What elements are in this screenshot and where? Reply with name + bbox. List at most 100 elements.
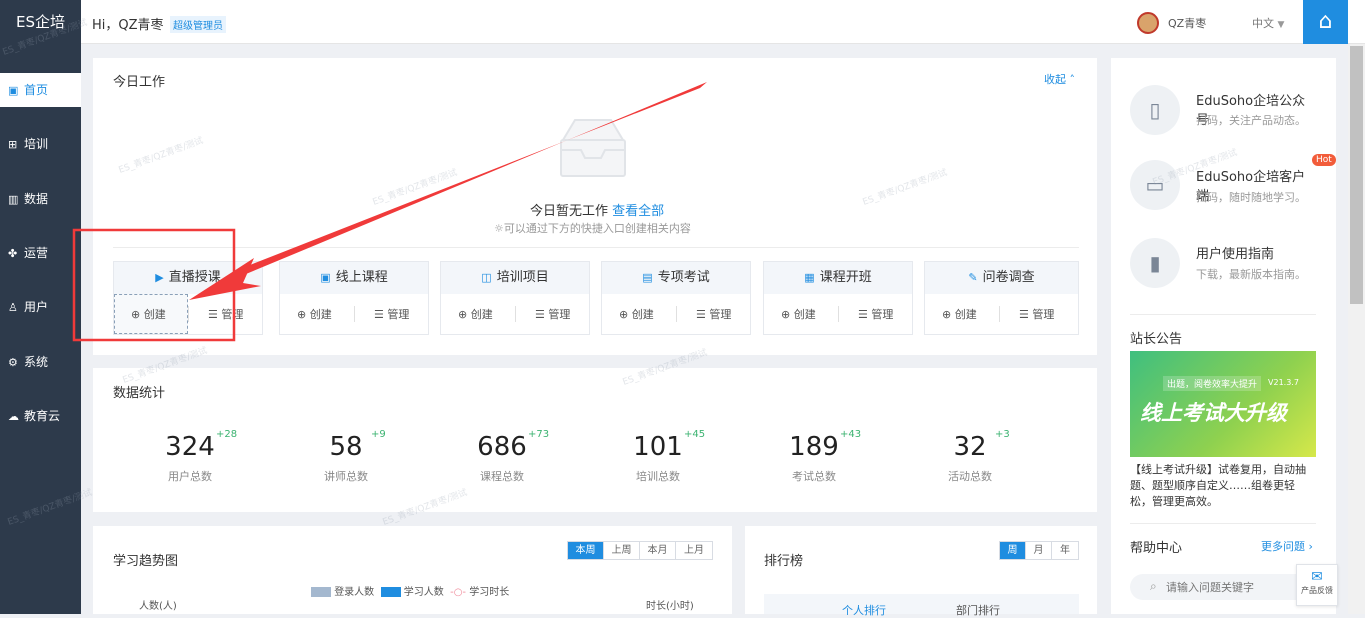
quick-title-label: 线上课程 (335, 270, 388, 285)
subtab-department[interactable]: 部门排行 (956, 602, 1000, 618)
quick-card-live: ▶ 直播授课 ⊕ 创建 ☰ 管理 (113, 261, 263, 335)
manage-button[interactable]: ☰ 管理 (208, 306, 243, 322)
more-label: 更多问题 (1261, 540, 1305, 553)
sidebar-item-operation[interactable]: ✤ 运营 (0, 236, 81, 270)
project-icon: ◫ (481, 271, 492, 284)
greeting: Hi，QZ青枣 (92, 18, 164, 33)
sidebar-item-cloud[interactable]: ☁ 教育云 (0, 399, 81, 433)
separator (354, 306, 355, 322)
ranking-title: 排行榜 (764, 554, 804, 569)
chevron-right-icon: › (1308, 540, 1313, 553)
card-guide[interactable]: ▮ 用户使用指南 下载，最新版本指南。 (1130, 238, 1312, 290)
separator (676, 306, 677, 322)
hot-badge: Hot (1312, 154, 1336, 166)
create-label: 创建 (470, 308, 493, 321)
tab-last-month[interactable]: 上月 (676, 542, 712, 559)
stat-label: 用户总数 (168, 470, 212, 483)
manage-button[interactable]: ☰ 管理 (696, 306, 731, 322)
sidebar-item-training[interactable]: ⊞ 培训 (0, 127, 81, 161)
quick-card-title: ▤ 专项考试 (602, 262, 750, 294)
list-icon: ☰ (374, 308, 384, 321)
create-button[interactable]: ⊕ 创建 (619, 306, 654, 322)
stat-label: 培训总数 (636, 470, 680, 483)
stat-increase: +43 (840, 429, 862, 440)
create-button[interactable]: ⊕ 创建 (942, 306, 977, 322)
legend-label: 学习人数 (403, 587, 444, 598)
quick-title-label: 问卷调查 (982, 270, 1035, 285)
sidebar-item-system[interactable]: ⚙ 系统 (0, 345, 81, 379)
language-select[interactable]: 中文 ▼ (1252, 15, 1284, 31)
tab-this-month[interactable]: 本月 (640, 542, 676, 559)
manage-label: 管理 (1032, 308, 1055, 321)
tab-last-week[interactable]: 上周 (604, 542, 640, 559)
create-button[interactable]: ⊕ 创建 (458, 306, 493, 322)
list-icon: ☰ (1019, 308, 1029, 321)
quick-card-title: ▣ 线上课程 (280, 262, 428, 294)
sidebar-item-home[interactable]: ▣ 首页 (0, 73, 81, 107)
list-icon: ☰ (696, 308, 706, 321)
manage-label: 管理 (387, 308, 410, 321)
training-icon: ⊞ (8, 138, 18, 151)
operation-icon: ✤ (8, 247, 18, 260)
empty-inbox-icon (560, 119, 626, 177)
create-button[interactable]: ⊕ 创建 (131, 306, 166, 322)
role-badge: 超级管理员 (170, 16, 226, 33)
manage-button[interactable]: ☰ 管理 (374, 306, 409, 322)
notice-banner[interactable]: 出题，阅卷效率大提升 V21.3.7 线上考试大升级 (1130, 351, 1316, 457)
legend-line-duration: -○- (450, 587, 467, 598)
card-subtitle: 扫码，随时随地学习。 (1196, 191, 1306, 204)
more-link[interactable]: 更多问题 › (1261, 538, 1313, 554)
avatar[interactable] (1137, 12, 1159, 34)
y-axis-left-label: 人数(人) (139, 601, 177, 612)
quick-title-label: 专项考试 (657, 270, 710, 285)
quick-card-title: ▶ 直播授课 (114, 262, 262, 294)
notice-text[interactable]: 【线上考试升级】试卷复用，自动抽题、题型顺序自定义……组卷更轻松，管理更高效。 (1130, 462, 1316, 510)
username[interactable]: QZ青枣 (1168, 15, 1206, 31)
tab-year[interactable]: 年 (1052, 542, 1078, 559)
card-wechat[interactable]: ▯ EduSoho企培公众号 扫码，关注产品动态。 (1130, 85, 1312, 137)
divider (1130, 314, 1316, 315)
manage-button[interactable]: ☰ 管理 (858, 306, 893, 322)
notice-title: 站长公告 (1130, 332, 1183, 347)
help-search[interactable]: ⌕ (1130, 574, 1316, 600)
manage-button[interactable]: ☰ 管理 (535, 306, 570, 322)
collapse-link[interactable]: 收起 ˄ (1044, 71, 1075, 87)
manage-button[interactable]: ☰ 管理 (1019, 306, 1054, 322)
sidebar-item-data[interactable]: ▥ 数据 (0, 182, 81, 216)
quick-card-exam: ▤ 专项考试 ⊕ 创建 ☰ 管理 (601, 261, 751, 335)
view-all-link[interactable]: 查看全部 (612, 204, 664, 219)
stat-label: 课程总数 (480, 470, 524, 483)
quick-card-class: ▦ 课程开班 ⊕ 创建 ☰ 管理 (763, 261, 913, 335)
cloud-icon: ☁ (8, 410, 19, 423)
language-label: 中文 (1252, 17, 1274, 30)
collapse-label: 收起 (1044, 73, 1066, 86)
stat-activities: 32 +3 活动总数 (915, 429, 1025, 484)
create-label: 创建 (631, 308, 654, 321)
subtab-personal[interactable]: 个人排行 (842, 602, 886, 618)
exam-icon: ▤ (642, 271, 653, 284)
home-button[interactable]: ⌂ (1303, 0, 1348, 44)
create-label: 创建 (309, 308, 332, 321)
search-input[interactable] (1166, 578, 1306, 596)
quick-card-title: ▦ 课程开班 (764, 262, 912, 294)
manage-label: 管理 (709, 308, 732, 321)
card-subtitle: 下载，最新版本指南。 (1196, 268, 1306, 281)
book-icon: ▮ (1130, 238, 1180, 288)
create-button[interactable]: ⊕ 创建 (781, 306, 816, 322)
create-button[interactable]: ⊕ 创建 (297, 306, 332, 322)
tab-month[interactable]: 月 (1026, 542, 1052, 559)
feedback-button[interactable]: ✉ 产品反馈 (1296, 564, 1338, 606)
chart-legend: 登录人数 学习人数 -○- 学习时长 (311, 583, 509, 598)
banner-small: 出题，阅卷效率大提升 (1163, 376, 1262, 391)
stat-exams: 189 +43 考试总数 (759, 429, 869, 484)
scrollbar-thumb[interactable] (1350, 46, 1363, 304)
sidebar-item-label: 系统 (24, 355, 49, 369)
empty-hint: ☼可以通过下方的快捷入口创建相关内容 (494, 220, 691, 236)
separator (515, 306, 516, 322)
tab-week[interactable]: 周 (1000, 542, 1026, 559)
trend-range-tabs: 本周 上周 本月 上月 (567, 541, 713, 560)
tab-this-week[interactable]: 本周 (568, 542, 604, 559)
sidebar-item-user[interactable]: ♙ 用户 (0, 290, 81, 324)
sidebar-item-label: 培训 (24, 137, 49, 151)
card-subtitle: 扫码，关注产品动态。 (1196, 114, 1306, 127)
